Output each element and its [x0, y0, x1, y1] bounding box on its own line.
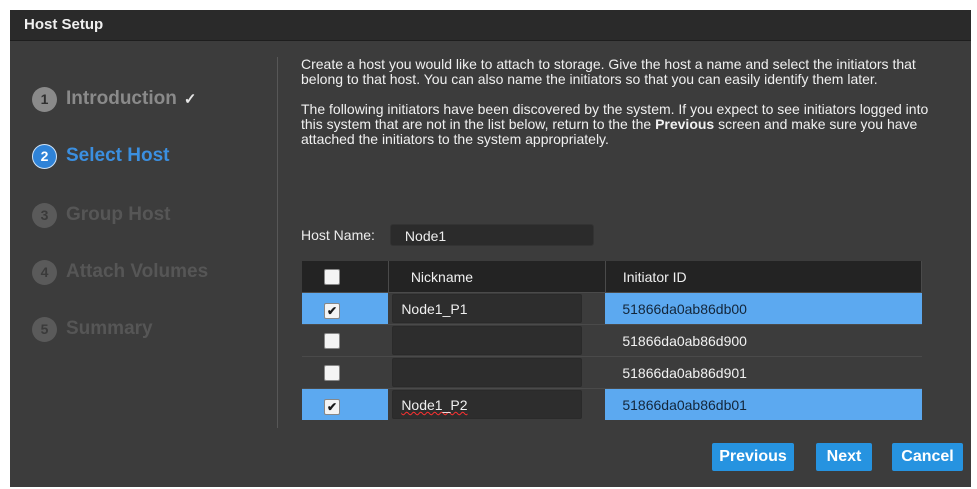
dialog-title: Host Setup [24, 16, 104, 33]
instructions: Create a host you would like to attach t… [301, 57, 951, 147]
intro-text: Create a host you would like to attach t… [301, 56, 916, 87]
previous-button[interactable]: Previous [712, 443, 794, 471]
step-select-host[interactable]: 2 Select Host [32, 141, 169, 171]
table-header: Nickname Initiator ID [302, 261, 923, 293]
nickname-input[interactable]: Node1_P1 [392, 294, 583, 323]
initiator-id-cell: 51866da0ab86d901 [605, 356, 922, 389]
nickname-input[interactable]: Node1_P2 [392, 390, 583, 419]
row-checkbox[interactable] [324, 333, 340, 349]
step-group-host: 3 Group Host [32, 200, 171, 230]
checkmark-icon: ✓ [183, 91, 197, 108]
initiator-id-cell: 51866da0ab86db00 [605, 292, 922, 325]
row-checkbox[interactable] [324, 365, 340, 381]
step-number: 5 [32, 316, 57, 342]
initiator-id-header[interactable]: Initiator ID [605, 261, 923, 293]
nickname-input[interactable] [392, 358, 583, 387]
step-label: Select Host [66, 145, 170, 166]
row-checkbox[interactable]: ✔ [324, 303, 340, 319]
host-setup-dialog: Host Setup 1 Introduction ✓ 2 Select Hos… [10, 10, 971, 487]
table-row[interactable]: ✔ Node1_P1 51866da0ab86db00 [302, 292, 922, 325]
cancel-button[interactable]: Cancel [892, 443, 963, 471]
wizard-steps: 1 Introduction ✓ 2 Select Host 3 Group H… [10, 41, 278, 487]
host-name-label: Host Name: [301, 227, 375, 243]
step-label: Group Host [66, 204, 171, 225]
step-label: Introduction [66, 88, 177, 109]
initiators-table: Nickname Initiator ID ✔ Node1_P1 51866da… [302, 261, 923, 420]
row-checkbox[interactable]: ✔ [324, 399, 340, 415]
select-all-header[interactable] [302, 261, 389, 293]
table-row[interactable]: ✔ Node1_P2 51866da0ab86db01 [302, 388, 922, 420]
host-name-input[interactable]: Node1 [389, 224, 594, 246]
host-name-row: Host Name: Node1 [301, 224, 594, 246]
step-attach-volumes: 4 Attach Volumes [32, 257, 208, 287]
step-introduction[interactable]: 1 Introduction ✓ [32, 84, 196, 114]
next-button[interactable]: Next [816, 443, 872, 471]
discovered-text: The following initiators have been disco… [301, 101, 929, 147]
step-number: 3 [32, 202, 57, 228]
step-label: Attach Volumes [66, 261, 209, 282]
nickname-input[interactable] [392, 326, 583, 355]
initiator-id-cell: 51866da0ab86db01 [605, 388, 922, 420]
table-row[interactable]: 51866da0ab86d901 [302, 356, 922, 389]
select-all-checkbox[interactable] [324, 269, 340, 285]
step-number: 1 [32, 86, 57, 112]
previous-emphasis: Previous [655, 116, 715, 132]
step-number: 2 [32, 143, 57, 169]
table-row[interactable]: 51866da0ab86d900 [302, 324, 922, 357]
step-summary: 5 Summary [32, 314, 153, 344]
dialog-titlebar: Host Setup [10, 10, 971, 41]
initiator-id-cell: 51866da0ab86d900 [605, 324, 922, 357]
nickname-header[interactable]: Nickname [388, 261, 606, 293]
step-label: Summary [66, 318, 153, 339]
step-number: 4 [32, 259, 57, 285]
panel-divider [277, 57, 278, 428]
